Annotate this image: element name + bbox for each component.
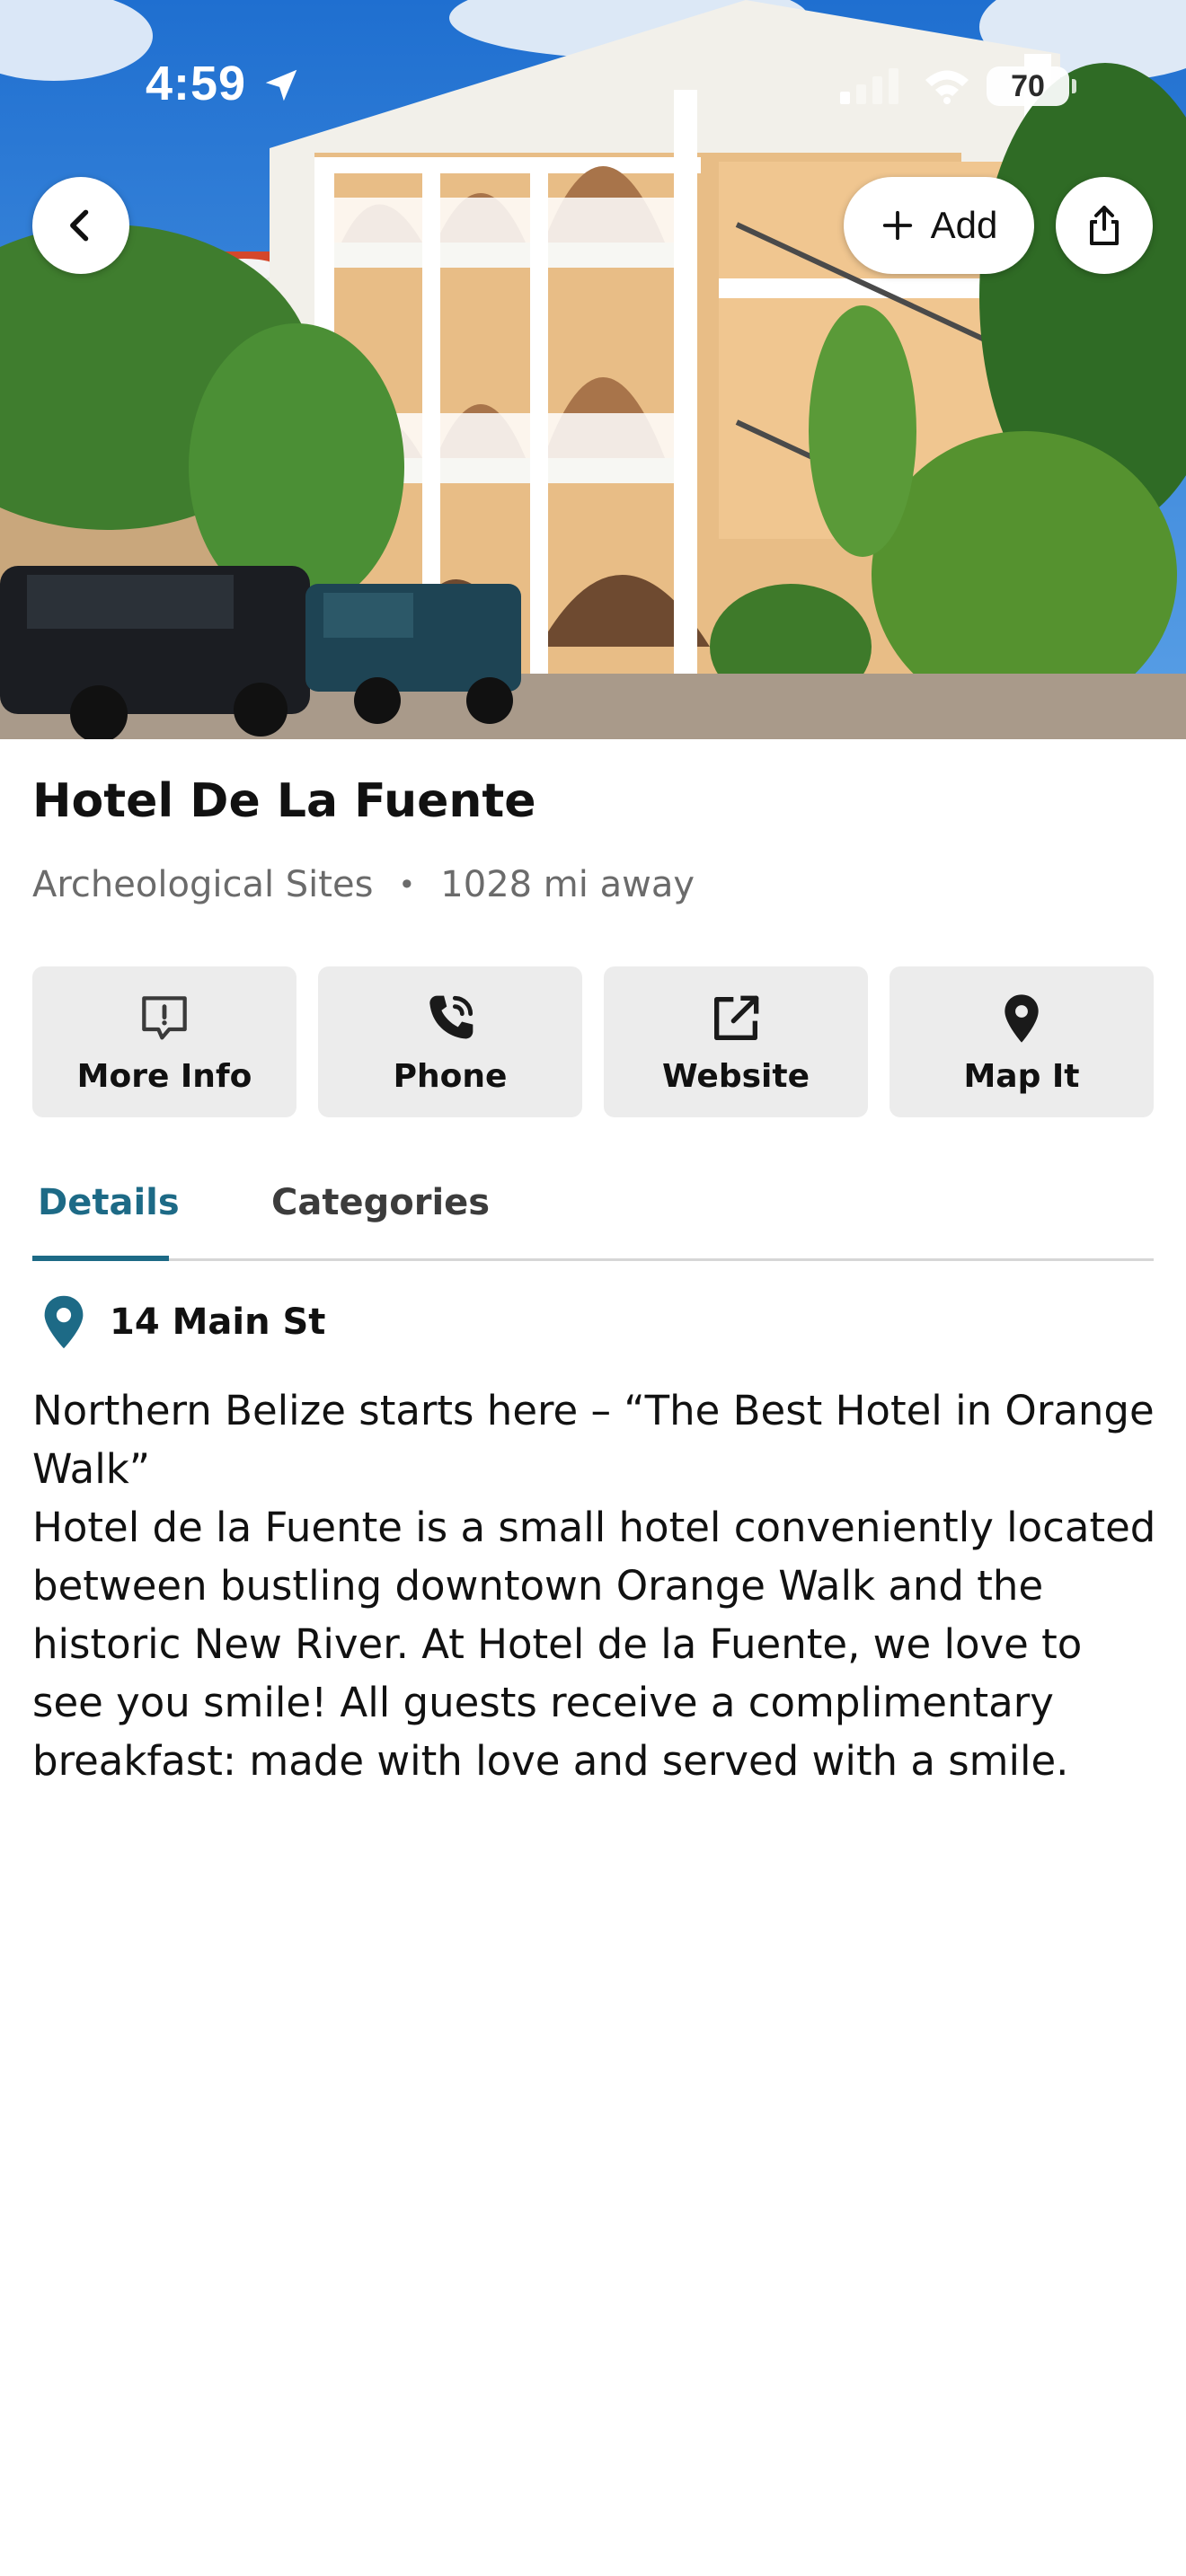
active-tab-indicator [32,1256,169,1261]
plus-icon [882,210,912,241]
hero-image: 4:59 70 Add [0,0,1186,739]
back-button[interactable] [32,177,129,274]
phone-icon [429,995,474,1038]
description-body: Hotel de la Fuente is a small hotel conv… [32,1504,1156,1785]
place-subtitle: Archeological Sites • 1028 mi away [32,864,695,905]
external-link-icon [714,995,759,1040]
phone-label: Phone [393,1057,508,1095]
map-it-label: Map It [963,1057,1080,1095]
wifi-icon [925,70,969,104]
location-arrow-icon [265,69,297,101]
tab-categories[interactable]: Categories [271,1182,490,1223]
cellular-signal-icon [840,68,898,104]
status-bar: 4:59 70 [0,0,1186,171]
map-it-button[interactable]: Map It [890,966,1154,1117]
chevron-left-icon [70,209,89,242]
address-row[interactable]: 14 Main St [40,1293,325,1351]
description-tagline: Northern Belize starts here – “The Best … [32,1387,1155,1493]
add-button-label: Add [930,204,998,246]
share-button[interactable] [1056,177,1153,274]
more-info-button[interactable]: More Info [32,966,296,1117]
description: Northern Belize starts here – “The Best … [32,1381,1164,1790]
place-category: Archeological Sites [32,864,374,905]
place-title: Hotel De La Fuente [32,774,536,828]
address-text: 14 Main St [110,1301,326,1343]
add-button[interactable]: Add [844,177,1034,274]
tab-details[interactable]: Details [38,1182,180,1223]
place-distance: 1028 mi away [440,864,695,905]
separator-dot: • [398,868,416,902]
map-pin-icon [1005,993,1039,1043]
share-icon [1090,206,1119,245]
info-message-icon [142,995,187,1039]
tab-bar: Details Categories [32,1168,1154,1261]
action-buttons: More Info Phone Website Map It [32,966,1154,1117]
map-pin-icon [44,1295,84,1349]
phone-button[interactable]: Phone [318,966,582,1117]
status-time: 4:59 [146,57,247,110]
website-button[interactable]: Website [604,966,868,1117]
more-info-label: More Info [76,1057,252,1095]
battery-indicator: 70 [987,66,1076,106]
website-label: Website [661,1057,810,1095]
